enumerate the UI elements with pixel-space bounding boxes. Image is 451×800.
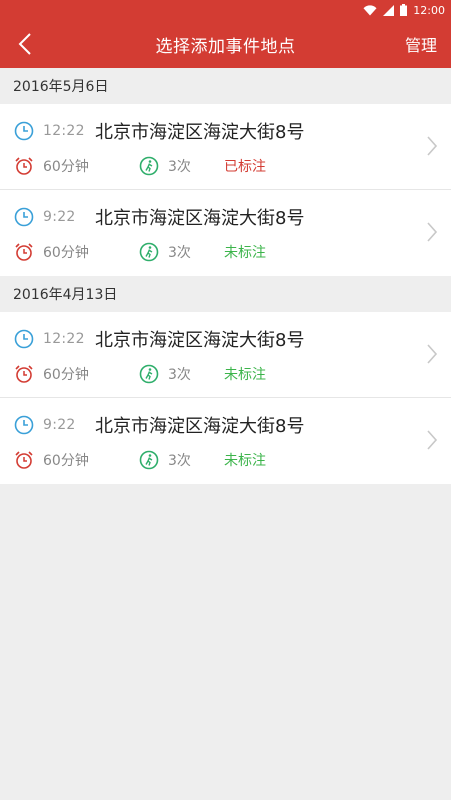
record-time: 9:22 [43,417,76,433]
status-time: 12:00 [413,3,445,17]
walking-icon [139,242,159,262]
page-title: 选择添加事件地点 [155,36,296,57]
record-place: 北京市海淀区海淀大街8号 [95,208,305,229]
list-item[interactable]: 12:22 北京市海淀区海淀大街8号 60分钟 3次 未标注 [0,312,451,398]
date-group: 2016年5月6日 12:22 北京市海淀区海淀大街8号 60分钟 3次 已标注 [0,68,451,276]
record-list: 2016年5月6日 12:22 北京市海淀区海淀大街8号 60分钟 3次 已标注 [0,68,451,484]
record-place: 北京市海淀区海淀大街8号 [95,330,305,351]
alarm-clock-icon [14,156,34,176]
record-duration: 60分钟 [43,245,89,261]
record-time: 9:22 [43,209,76,225]
clock-icon [14,329,34,349]
walking-icon [139,364,159,384]
record-place: 北京市海淀区海淀大街8号 [95,122,305,143]
walking-icon [139,450,159,470]
record-count: 3次 [168,245,191,261]
date-group: 2016年4月13日 12:22 北京市海淀区海淀大街8号 60分钟 3次 未标… [0,276,451,484]
walking-icon [139,156,159,176]
list-item[interactable]: 12:22 北京市海淀区海淀大街8号 60分钟 3次 已标注 [0,104,451,190]
date-header: 2016年4月13日 [0,276,451,312]
alarm-clock-icon [14,450,34,470]
battery-icon [400,4,408,16]
clock-icon [14,207,34,227]
alarm-clock-icon [14,364,34,384]
date-header: 2016年5月6日 [0,68,451,104]
list-item[interactable]: 9:22 北京市海淀区海淀大街8号 60分钟 3次 未标注 [0,398,451,484]
record-duration: 60分钟 [43,367,89,383]
clock-icon [14,121,34,141]
chevron-left-icon [18,33,31,55]
chevron-right-icon [425,134,439,158]
record-duration: 60分钟 [43,159,89,175]
status-bar: 12:00 [0,0,451,20]
wifi-icon [363,4,377,16]
alarm-clock-icon [14,242,34,262]
manage-button[interactable]: 管理 [405,20,437,68]
record-place: 北京市海淀区海淀大街8号 [95,416,305,437]
app-bar: 选择添加事件地点 管理 [0,20,451,68]
clock-icon [14,415,34,435]
record-time: 12:22 [43,331,85,347]
status-badge: 未标注 [224,453,266,469]
signal-icon [383,4,395,16]
status-badge: 未标注 [224,367,266,383]
status-badge: 未标注 [224,245,266,261]
chevron-right-icon [425,428,439,452]
record-duration: 60分钟 [43,453,89,469]
list-item[interactable]: 9:22 北京市海淀区海淀大街8号 60分钟 3次 未标注 [0,190,451,276]
record-count: 3次 [168,159,191,175]
status-badge: 已标注 [224,159,266,175]
chevron-right-icon [425,220,439,244]
record-count: 3次 [168,453,191,469]
back-button[interactable] [10,28,40,60]
record-time: 12:22 [43,123,85,139]
record-count: 3次 [168,367,191,383]
chevron-right-icon [425,342,439,366]
